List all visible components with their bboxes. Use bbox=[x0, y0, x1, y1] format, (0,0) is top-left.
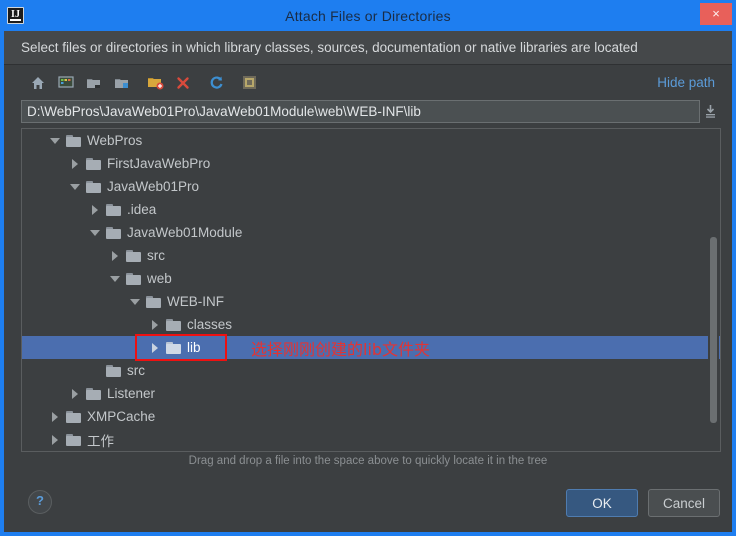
tree-row-label: web bbox=[147, 271, 172, 286]
chevron-down-icon[interactable] bbox=[70, 181, 81, 192]
tree-scrollbar[interactable] bbox=[708, 130, 719, 450]
delete-icon[interactable] bbox=[170, 71, 196, 95]
chevron-right-icon[interactable] bbox=[150, 342, 161, 353]
tree-rows: WebPros FirstJavaWebPro JavaWeb01Pro .idea J… bbox=[22, 129, 720, 451]
tree-row-label: classes bbox=[187, 317, 233, 332]
folder-icon bbox=[106, 226, 121, 239]
chevron-down-icon[interactable] bbox=[90, 227, 101, 238]
tree-row-label: .idea bbox=[127, 202, 157, 217]
folder-icon[interactable] bbox=[109, 71, 135, 95]
tree-row-label: 工作 bbox=[87, 433, 114, 449]
ok-button[interactable]: OK bbox=[566, 489, 638, 517]
folder-up-icon[interactable] bbox=[81, 71, 107, 95]
new-folder-icon[interactable] bbox=[142, 71, 168, 95]
tree-row[interactable]: .idea bbox=[22, 198, 720, 221]
folder-icon bbox=[146, 295, 161, 308]
folder-icon bbox=[126, 249, 141, 262]
tree-row-label: WEB-INF bbox=[167, 294, 224, 309]
tree-row[interactable]: Listener bbox=[22, 382, 720, 405]
tree-row[interactable]: WebPros bbox=[22, 129, 720, 152]
chevron-right-icon[interactable] bbox=[70, 158, 81, 169]
folder-icon bbox=[126, 272, 141, 285]
path-row: D:\WebPros\JavaWeb01Pro\JavaWeb01Module\… bbox=[21, 100, 721, 123]
folder-icon bbox=[86, 157, 101, 170]
folder-icon bbox=[106, 203, 121, 216]
refresh-icon[interactable] bbox=[203, 71, 229, 95]
tree-scrollbar-thumb[interactable] bbox=[710, 237, 717, 423]
hide-path-link[interactable]: Hide path bbox=[657, 75, 715, 90]
history-dropdown-icon[interactable] bbox=[700, 100, 721, 123]
tree-row-label: JavaWeb01Pro bbox=[107, 179, 200, 194]
tree-row[interactable]: XMPCache bbox=[22, 405, 720, 428]
folder-icon bbox=[166, 341, 181, 354]
window-title: Attach Files or Directories bbox=[285, 7, 451, 24]
description-text: Select files or directories in which lib… bbox=[21, 40, 638, 55]
attach-files-dialog: IJ Attach Files or Directories × Select … bbox=[0, 0, 736, 536]
tree-row-label: WebPros bbox=[87, 133, 143, 148]
help-icon[interactable]: ? bbox=[28, 490, 52, 514]
directory-tree[interactable]: WebPros FirstJavaWebPro JavaWeb01Pro .idea J… bbox=[21, 128, 721, 452]
tree-row[interactable]: FirstJavaWebPro bbox=[22, 152, 720, 175]
tree-row[interactable]: web bbox=[22, 267, 720, 290]
path-input[interactable]: D:\WebPros\JavaWeb01Pro\JavaWeb01Module\… bbox=[21, 100, 700, 123]
chevron-right-icon[interactable] bbox=[110, 250, 121, 261]
tree-row[interactable]: classes bbox=[22, 313, 720, 336]
chevron-right-icon[interactable] bbox=[50, 411, 61, 422]
tree-row-label: XMPCache bbox=[87, 409, 156, 424]
folder-icon bbox=[106, 364, 121, 377]
home-icon[interactable] bbox=[25, 71, 51, 95]
description-bar: Select files or directories in which lib… bbox=[4, 31, 732, 65]
desktop-icon[interactable] bbox=[53, 71, 79, 95]
folder-icon bbox=[166, 318, 181, 331]
tree-row-label: Listener bbox=[107, 386, 156, 401]
drag-drop-hint: Drag and drop a file into the space abov… bbox=[188, 455, 548, 467]
tree-row-label: JavaWeb01Module bbox=[127, 225, 243, 240]
chevron-right-icon[interactable] bbox=[50, 434, 61, 445]
tree-row[interactable]: src bbox=[22, 359, 720, 382]
tree-row[interactable]: WEB-INF bbox=[22, 290, 720, 313]
title-bar: IJ Attach Files or Directories × bbox=[4, 0, 732, 31]
tree-row[interactable]: lib bbox=[22, 336, 720, 359]
chevron-down-icon[interactable] bbox=[50, 135, 61, 146]
chevron-down-icon[interactable] bbox=[110, 273, 121, 284]
tree-row[interactable]: JavaWeb01Module bbox=[22, 221, 720, 244]
tree-row[interactable]: 工作 bbox=[22, 428, 720, 451]
tree-row[interactable]: JavaWeb01Pro bbox=[22, 175, 720, 198]
chevron-down-icon[interactable] bbox=[130, 296, 141, 307]
chevron-right-icon[interactable] bbox=[70, 388, 81, 399]
folder-icon bbox=[66, 134, 81, 147]
folder-icon bbox=[86, 387, 101, 400]
folder-icon bbox=[66, 433, 81, 446]
tree-row-label: lib bbox=[187, 340, 201, 355]
tree-row-label: src bbox=[127, 363, 145, 378]
chevron-right-icon[interactable] bbox=[150, 319, 161, 330]
folder-icon bbox=[66, 410, 81, 423]
tree-row-label: FirstJavaWebPro bbox=[107, 156, 211, 171]
show-hidden-icon[interactable] bbox=[236, 71, 262, 95]
close-icon[interactable]: × bbox=[700, 3, 732, 25]
toolbar: Hide path bbox=[4, 64, 732, 101]
tree-row-label: src bbox=[147, 248, 165, 263]
tree-row[interactable]: src bbox=[22, 244, 720, 267]
cancel-button[interactable]: Cancel bbox=[648, 489, 720, 517]
folder-icon bbox=[86, 180, 101, 193]
chevron-right-icon[interactable] bbox=[90, 204, 101, 215]
